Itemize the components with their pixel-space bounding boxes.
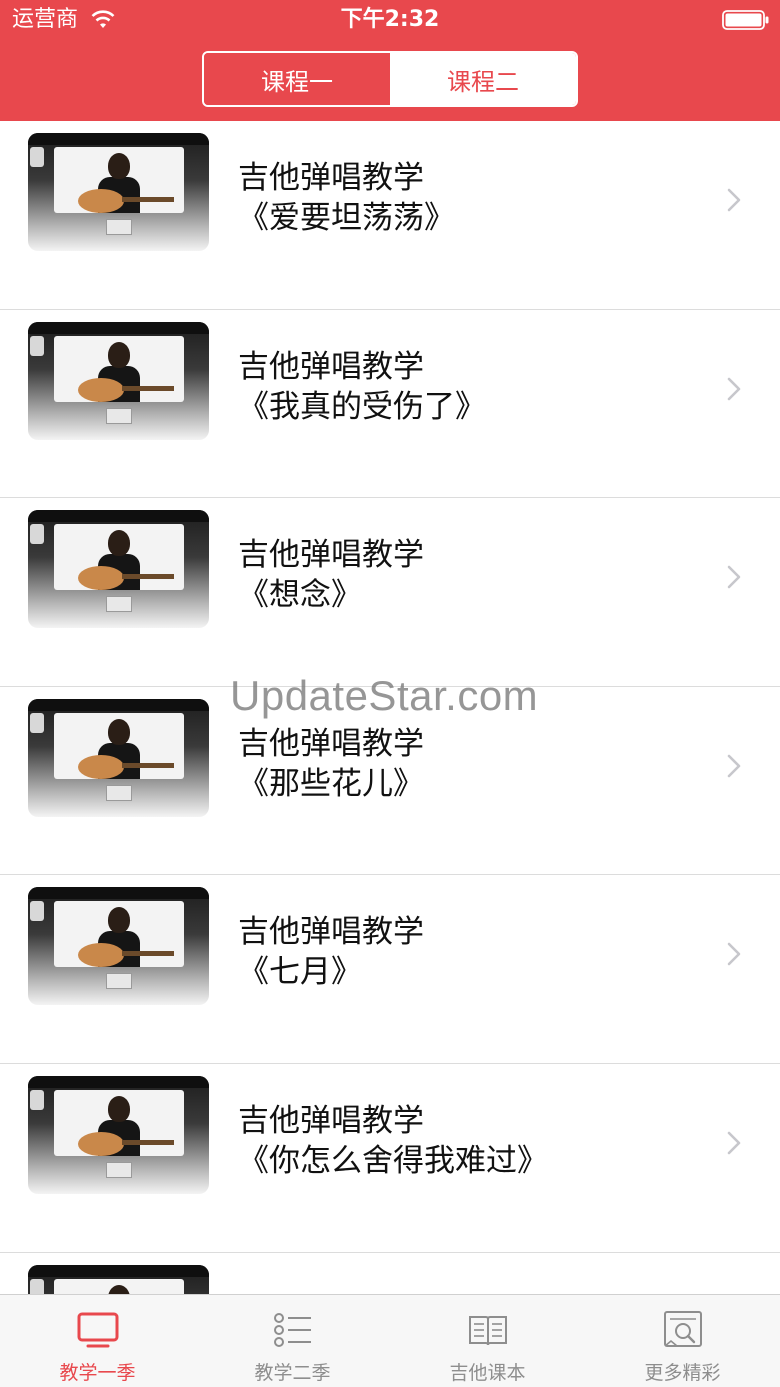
lesson-thumbnail — [28, 510, 209, 629]
app-screen: 运营商 下午2:32 课程一 课程二 吉他弹唱教学 《爱要坦荡荡》 吉他弹唱教学… — [0, 0, 780, 1387]
status-bar: 运营商 下午2:32 — [0, 0, 780, 40]
lesson-thumbnail — [28, 887, 209, 1006]
lesson-song: 《七月》 — [238, 954, 362, 991]
nav-header: 运营商 下午2:32 课程一 课程二 — [0, 0, 780, 121]
lesson-row[interactable]: 吉他弹唱教学 《你怎么舍得我难过》 — [0, 1063, 780, 1253]
list-icon — [273, 1313, 311, 1347]
lesson-row[interactable]: 吉他弹唱教学 《我真的受伤了》 — [0, 309, 780, 499]
lesson-song: 《想念》 — [238, 577, 362, 614]
status-time: 下午2:32 — [340, 7, 440, 32]
lesson-song: 《那些花儿》 — [238, 765, 424, 802]
lesson-title: 吉他弹唱教学 — [238, 160, 424, 196]
lesson-thumbnail — [28, 133, 209, 251]
book-icon — [468, 1316, 507, 1346]
chevron-right-icon — [727, 754, 741, 778]
tab-season-two[interactable]: 教学二季 — [195, 1295, 390, 1387]
lesson-row[interactable]: 吉他弹唱教学 《爱要坦荡荡》 — [0, 121, 780, 310]
watermark-text: UpdateStar.com — [230, 672, 539, 719]
tab-label: 教学二季 — [254, 1362, 331, 1384]
chevron-right-icon — [727, 188, 741, 212]
tab-more[interactable]: 更多精彩 — [585, 1295, 780, 1387]
lesson-song: 《你怎么舍得我难过》 — [238, 1142, 548, 1179]
chevron-right-icon — [727, 565, 741, 589]
lesson-thumbnail — [28, 1264, 209, 1294]
lesson-thumbnail — [28, 1075, 209, 1194]
chevron-right-icon — [727, 943, 741, 966]
lesson-title: 吉他弹唱教学 — [238, 348, 424, 385]
lesson-song: 《我真的受伤了》 — [238, 388, 486, 425]
chevron-right-icon — [727, 377, 741, 400]
tab-season-one[interactable]: 教学一季 — [0, 1295, 195, 1387]
tab-label: 更多精彩 — [644, 1362, 721, 1384]
lesson-title: 吉他弹唱教学 — [238, 914, 424, 951]
lesson-song: 《爱要坦荡荡》 — [238, 200, 455, 236]
lesson-row[interactable]: 吉他弹唱教学 《想念》 — [0, 498, 780, 687]
search-document-icon — [663, 1311, 702, 1347]
lesson-title: 吉他弹唱教学 — [238, 725, 424, 762]
lesson-title: 吉他弹唱教学 — [238, 1102, 424, 1139]
tab-bar: 教学一季 教学二季 吉他课本 更多精彩 — [0, 1294, 780, 1387]
course-segmented-control: 课程一 课程二 — [202, 51, 578, 107]
segment-course-two[interactable]: 课程二 — [390, 53, 576, 105]
tab-label: 教学一季 — [59, 1362, 136, 1384]
tab-label: 吉他课本 — [449, 1362, 526, 1384]
chevron-right-icon — [727, 1131, 741, 1155]
tab-guitar-textbook[interactable]: 吉他课本 — [390, 1295, 585, 1387]
lesson-thumbnail — [28, 698, 209, 817]
monitor-icon — [77, 1312, 118, 1348]
lesson-row[interactable] — [0, 1252, 780, 1294]
lesson-title: 吉他弹唱教学 — [238, 537, 424, 574]
battery-icon — [722, 10, 769, 30]
lesson-row[interactable]: 吉他弹唱教学 《七月》 — [0, 875, 780, 1064]
segment-course-one[interactable]: 课程一 — [204, 53, 390, 105]
lesson-thumbnail — [28, 321, 209, 440]
